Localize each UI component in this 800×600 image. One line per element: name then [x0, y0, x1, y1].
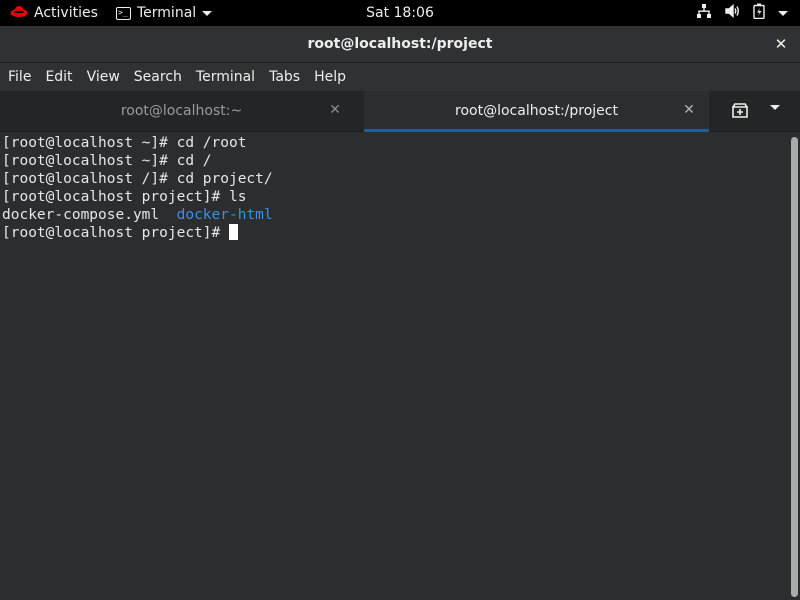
tab-bar: root@localhost:~ ✕ root@localhost:/proje… [0, 91, 800, 132]
close-tab-icon[interactable]: ✕ [681, 102, 697, 118]
tabs-menu-button[interactable] [770, 105, 780, 110]
menu-terminal[interactable]: Terminal [189, 63, 262, 91]
shell-prompt: [root@localhost project]# [2, 225, 229, 241]
menu-edit[interactable]: Edit [38, 63, 79, 91]
file-entry: docker-compose.yml [2, 207, 160, 223]
close-window-button[interactable]: ✕ [772, 35, 790, 53]
app-menu-button[interactable]: >_ Terminal [116, 0, 213, 26]
system-status-area[interactable] [696, 0, 788, 26]
menu-help[interactable]: Help [307, 63, 353, 91]
chevron-down-icon [770, 105, 780, 110]
redhat-logo-icon [10, 4, 28, 22]
scrollbar-thumb[interactable] [791, 137, 798, 597]
ls-output-line: docker-compose.yml docker-html [2, 206, 789, 224]
tab-home[interactable]: root@localhost:~ ✕ [8, 91, 355, 131]
menu-file[interactable]: File [1, 63, 38, 91]
menu-view[interactable]: View [80, 63, 127, 91]
terminal-app-icon: >_ [116, 6, 131, 20]
battery-icon [752, 3, 766, 23]
menu-bar: File Edit View Search Terminal Tabs Help [0, 63, 800, 91]
menu-tabs[interactable]: Tabs [262, 63, 307, 91]
terminal-line: [root@localhost ~]# cd / [2, 153, 212, 169]
network-icon [696, 3, 712, 23]
terminal-line: [root@localhost ~]# cd /root [2, 135, 247, 151]
chevron-down-icon [202, 10, 213, 16]
terminal-line: [root@localhost project]# ls [2, 189, 247, 205]
tab-label: root@localhost:/project [455, 103, 618, 119]
app-menu-label: Terminal [137, 5, 197, 21]
terminal-output[interactable]: [root@localhost ~]# cd /root [root@local… [0, 132, 789, 600]
terminal-line: [root@localhost /]# cd project/ [2, 171, 273, 187]
terminal-scrollbar[interactable] [789, 132, 800, 600]
tab-label: root@localhost:~ [120, 103, 243, 119]
activities-label: Activities [34, 5, 98, 21]
tab-project[interactable]: root@localhost:/project ✕ [364, 91, 709, 132]
directory-entry: docker-html [176, 207, 273, 223]
new-tab-icon [724, 103, 756, 128]
clock[interactable]: Sat 18:06 [366, 5, 434, 21]
power-menu-icon [778, 10, 788, 16]
close-tab-icon[interactable]: ✕ [327, 102, 343, 118]
volume-icon [724, 3, 740, 23]
prompt-line: [root@localhost project]# [2, 224, 789, 242]
close-icon: ✕ [774, 35, 788, 53]
window-title: root@localhost:/project [307, 36, 493, 52]
text-cursor [228, 224, 238, 240]
window-titlebar[interactable]: root@localhost:/project ✕ [0, 26, 800, 63]
menu-search[interactable]: Search [127, 63, 189, 91]
new-tab-button[interactable] [724, 100, 756, 124]
top-bar: Activities >_ Terminal Sat 18:06 [0, 0, 800, 26]
activities-button[interactable]: Activities [10, 0, 98, 26]
